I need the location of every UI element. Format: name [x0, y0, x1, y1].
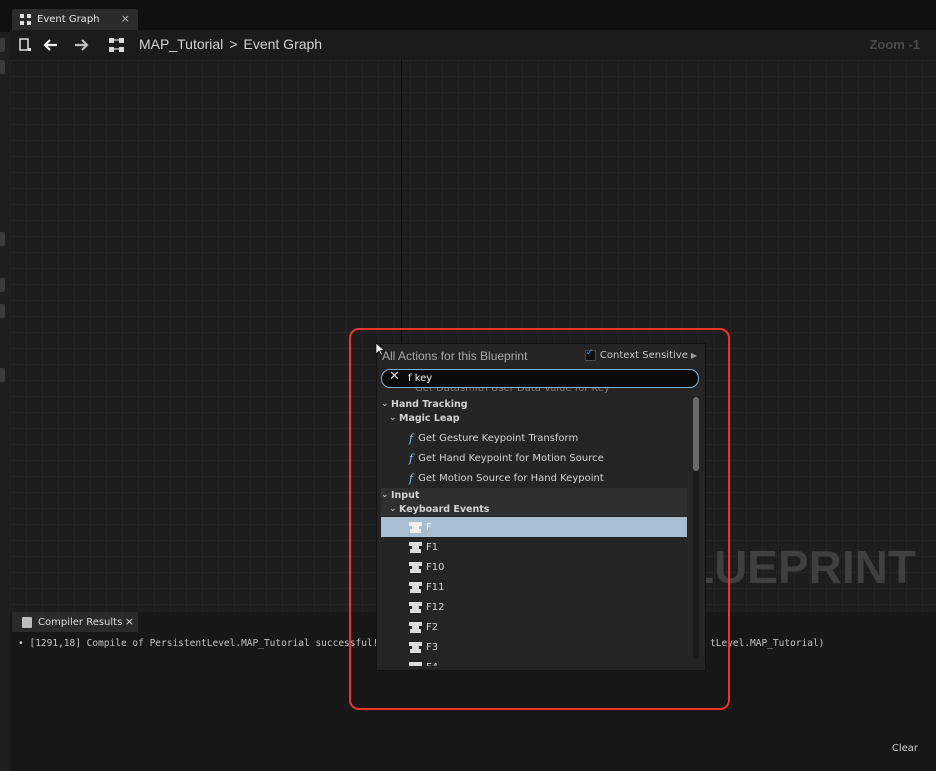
- list-item-key[interactable]: F11: [381, 577, 687, 597]
- category-label: Magic Leap: [399, 412, 460, 424]
- left-panel-edge: [0, 32, 10, 771]
- tab-close-button[interactable]: ×: [121, 12, 130, 25]
- chevron-down-icon: ⌄: [389, 504, 397, 514]
- log-bullet: •: [18, 638, 24, 649]
- list-item-label: F4: [426, 662, 438, 667]
- menu-title: All Actions for this Blueprint: [382, 349, 528, 363]
- keyboard-event-icon: [409, 621, 422, 633]
- search-box[interactable]: ✕: [381, 369, 699, 388]
- clear-search-icon[interactable]: ✕: [389, 369, 400, 384]
- list-item-label: F3: [426, 641, 439, 653]
- compiler-tab-label: Compiler Results: [38, 616, 123, 628]
- breadcrumb-graph[interactable]: Event Graph: [243, 36, 322, 52]
- list-item-function[interactable]: f Get Motion Source for Hand Keypoint: [381, 468, 687, 488]
- chevron-down-icon: ⌄: [381, 399, 389, 409]
- keyboard-event-icon: [409, 521, 422, 533]
- forward-arrow-icon[interactable]: [72, 36, 90, 54]
- compiler-tab-close-button[interactable]: ×: [125, 615, 134, 628]
- panel-handle[interactable]: [0, 60, 5, 74]
- list-item-label: F10: [426, 561, 445, 573]
- log-text: [1291,18] Compile of PersistentLevel.MAP…: [29, 638, 379, 649]
- breadcrumb-separator: >: [229, 36, 238, 52]
- keyboard-event-icon: [409, 601, 422, 613]
- list-item-label: F: [426, 521, 432, 533]
- list-item-label: F2: [426, 621, 439, 633]
- list-item-key-selected[interactable]: F: [381, 517, 687, 537]
- list-item-key[interactable]: F10: [381, 557, 687, 577]
- category-input[interactable]: ⌄ Input: [381, 488, 687, 502]
- graph-toolbar: MAP_Tutorial > Event Graph Zoom -1: [10, 30, 936, 60]
- log-entry-tail: tLevel.MAP_Tutorial): [710, 638, 825, 649]
- compiler-results-tab[interactable]: Compiler Results ×: [12, 612, 138, 632]
- chevron-right-icon[interactable]: ▶: [691, 351, 697, 360]
- action-menu: All Actions for this Blueprint Context S…: [376, 343, 706, 671]
- scrollbar-thumb[interactable]: [693, 397, 699, 471]
- tab-event-graph[interactable]: Event Graph ×: [12, 9, 138, 30]
- clipboard-icon: [22, 616, 32, 628]
- graph-icon: [20, 13, 31, 25]
- list-item-key[interactable]: F12: [381, 597, 687, 617]
- back-arrow-icon[interactable]: [42, 36, 60, 54]
- panel-handle[interactable]: [0, 278, 5, 292]
- list-item-label: Get Hand Keypoint for Motion Source: [418, 452, 604, 464]
- clear-button[interactable]: Clear: [892, 743, 918, 754]
- category-hand-tracking[interactable]: ⌄ Hand Tracking: [381, 397, 687, 411]
- category-keyboard-events[interactable]: ⌄ Keyboard Events: [381, 502, 687, 516]
- list-item-label: F11: [426, 581, 445, 593]
- keyboard-event-icon: [409, 641, 422, 653]
- keyboard-event-icon: [409, 561, 422, 573]
- keyboard-event-icon: [409, 581, 422, 593]
- context-sensitive-toggle[interactable]: Context Sensitive ▶: [584, 348, 697, 361]
- chevron-down-icon: ⌄: [381, 490, 389, 500]
- category-label: Hand Tracking: [391, 398, 468, 410]
- panel-handle[interactable]: [0, 304, 5, 318]
- log-entry: • [1291,18] Compile of PersistentLevel.M…: [18, 638, 378, 649]
- zoom-level: Zoom -1: [869, 37, 920, 52]
- category-label: Keyboard Events: [399, 503, 490, 515]
- mouse-cursor-icon: [375, 342, 385, 356]
- list-item-function[interactable]: f Get Gesture Keypoint Transform: [381, 428, 687, 448]
- context-sensitive-checkbox[interactable]: [584, 348, 596, 361]
- keyboard-event-icon: [409, 661, 422, 666]
- function-icon: f: [409, 471, 414, 485]
- panel-handle[interactable]: [0, 368, 5, 382]
- category-label: Input: [391, 489, 420, 501]
- tab-strip: Event Graph ×: [0, 0, 936, 32]
- context-sensitive-label: Context Sensitive: [599, 350, 688, 361]
- list-item-label: F12: [426, 601, 445, 613]
- list-item-key[interactable]: F2: [381, 617, 687, 637]
- list-item-key[interactable]: F3: [381, 637, 687, 657]
- chevron-down-icon: ⌄: [389, 413, 397, 423]
- breadcrumb-map[interactable]: MAP_Tutorial: [139, 36, 223, 52]
- list-item-label: F1: [426, 541, 439, 553]
- scrollbar[interactable]: [693, 397, 699, 659]
- category-magic-leap[interactable]: ⌄ Magic Leap: [381, 411, 687, 425]
- bookmark-icon[interactable]: [16, 36, 34, 54]
- panel-handle[interactable]: [0, 38, 5, 52]
- list-item-label: Get Motion Source for Hand Keypoint: [418, 472, 604, 484]
- search-input[interactable]: [408, 371, 688, 385]
- tab-label: Event Graph: [37, 14, 100, 25]
- list-item-key[interactable]: F1: [381, 537, 687, 557]
- function-icon: f: [409, 431, 414, 445]
- keyboard-event-icon: [409, 541, 422, 553]
- list-item-key-clipped[interactable]: F4: [381, 657, 687, 666]
- action-list: Get Datasmith User Data Value for Key ⌄ …: [381, 388, 687, 666]
- breadcrumb: MAP_Tutorial > Event Graph: [139, 36, 322, 52]
- list-item-label: Get Gesture Keypoint Transform: [418, 432, 579, 444]
- list-item-function[interactable]: f Get Hand Keypoint for Motion Source: [381, 448, 687, 468]
- blueprint-graph-icon: [109, 38, 124, 52]
- panel-handle[interactable]: [0, 232, 5, 246]
- function-icon: f: [409, 451, 414, 465]
